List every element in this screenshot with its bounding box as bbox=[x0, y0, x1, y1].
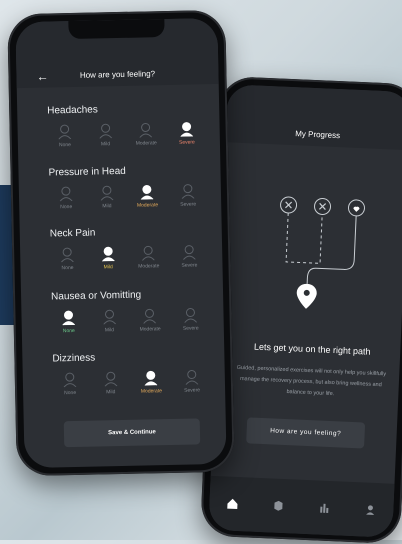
symptom-title: Dizziness bbox=[52, 352, 96, 365]
head-icon bbox=[180, 122, 194, 137]
severity-option-severe[interactable]: Severe bbox=[170, 243, 209, 269]
feeling-phone: ← How are you feeling? Headaches None Mild… bbox=[7, 9, 235, 477]
severity-label: Moderate bbox=[140, 388, 163, 395]
head-icon bbox=[62, 310, 76, 326]
severity-label: Severe bbox=[184, 387, 201, 394]
severity-option-mild[interactable]: Mild bbox=[90, 308, 129, 334]
location-pin-icon bbox=[296, 283, 317, 309]
symptom-title: Neck Pain bbox=[49, 227, 96, 240]
home-icon[interactable] bbox=[225, 497, 240, 512]
chart-icon[interactable] bbox=[317, 501, 332, 516]
severity-label: Mild bbox=[103, 264, 113, 271]
head-icon bbox=[185, 370, 199, 385]
severity-option-moderate[interactable]: Moderate bbox=[129, 244, 168, 270]
head-icon bbox=[59, 186, 73, 202]
head-icon bbox=[99, 123, 112, 139]
head-icon bbox=[58, 124, 72, 140]
severity-option-severe[interactable]: Severe bbox=[167, 120, 206, 146]
severity-option-moderate[interactable]: Moderate bbox=[132, 369, 171, 395]
severity-label: None bbox=[61, 265, 74, 272]
severity-label: Severe bbox=[178, 139, 195, 146]
severity-label: Severe bbox=[182, 325, 199, 332]
head-icon bbox=[104, 371, 118, 387]
severity-label: Moderate bbox=[135, 140, 157, 147]
profile-icon[interactable] bbox=[363, 503, 378, 518]
head-icon bbox=[61, 247, 74, 263]
severity-option-none[interactable]: None bbox=[45, 123, 84, 149]
head-icon bbox=[181, 184, 195, 199]
head-icon bbox=[143, 308, 157, 324]
severity-option-mild[interactable]: Mild bbox=[86, 122, 125, 148]
severity-label: Mild bbox=[100, 141, 111, 148]
head-icon bbox=[102, 309, 116, 325]
path-description: Guided, personalized exercises will not … bbox=[236, 364, 387, 398]
symptom-title: Pressure in Head bbox=[48, 165, 126, 179]
severity-label: Severe bbox=[181, 262, 198, 269]
severity-option-none[interactable]: None bbox=[47, 185, 86, 211]
progress-screen: My Progress Lets get you on the right pa… bbox=[208, 84, 402, 538]
feeling-screen: ← How are you feeling? Headaches None Mild… bbox=[15, 17, 227, 469]
severity-options: None Mild Moderate Severe bbox=[48, 243, 208, 271]
severity-option-mild[interactable]: Mild bbox=[89, 245, 128, 271]
severity-option-mild[interactable]: Mild bbox=[87, 184, 126, 210]
severity-option-none[interactable]: None bbox=[48, 246, 87, 272]
severity-label: Moderate bbox=[139, 326, 161, 333]
severity-option-mild[interactable]: Mild bbox=[91, 370, 130, 396]
phone-notch bbox=[68, 19, 165, 40]
severity-label: Moderate bbox=[136, 202, 159, 209]
severity-label: None bbox=[60, 204, 73, 211]
severity-options: None Mild Moderate Severe bbox=[47, 182, 207, 210]
head-icon bbox=[63, 372, 77, 388]
head-icon bbox=[184, 308, 198, 323]
severity-label: Moderate bbox=[138, 263, 160, 270]
head-icon bbox=[144, 370, 158, 386]
severity-option-severe[interactable]: Severe bbox=[169, 182, 208, 208]
severity-options: None Mild Moderate Severe bbox=[51, 368, 211, 396]
severity-option-none[interactable]: None bbox=[49, 309, 88, 335]
severity-label: Mild bbox=[104, 327, 115, 334]
severity-label: Severe bbox=[180, 201, 197, 208]
bottom-nav bbox=[208, 475, 395, 538]
head-icon bbox=[141, 184, 154, 200]
path-illustration bbox=[280, 196, 365, 309]
severity-label: None bbox=[62, 327, 75, 335]
severity-options: None Mild Moderate Severe bbox=[45, 120, 205, 148]
severity-option-severe[interactable]: Severe bbox=[171, 306, 210, 332]
severity-option-none[interactable]: None bbox=[51, 371, 90, 397]
severity-label: Mild bbox=[102, 203, 112, 210]
symptom-title: Nausea or Vomitting bbox=[50, 289, 142, 303]
severity-label: None bbox=[58, 142, 71, 149]
severity-label: Mild bbox=[106, 389, 116, 396]
head-icon bbox=[139, 122, 153, 138]
severity-options: None Mild Moderate Severe bbox=[49, 306, 209, 334]
severity-label: None bbox=[64, 389, 77, 397]
head-icon bbox=[100, 185, 114, 201]
heart-icon bbox=[353, 206, 360, 212]
symptom-title: Headaches bbox=[47, 104, 98, 117]
severity-option-moderate[interactable]: Moderate bbox=[127, 121, 166, 147]
box-icon[interactable] bbox=[271, 499, 286, 514]
head-icon bbox=[142, 245, 156, 261]
how-are-you-feeling-button[interactable]: How are you feeling? bbox=[246, 417, 366, 449]
severity-option-moderate[interactable]: Moderate bbox=[131, 307, 170, 333]
head-icon bbox=[182, 245, 196, 260]
save-continue-button[interactable]: Save & Continue bbox=[63, 418, 201, 448]
severity-option-severe[interactable]: Severe bbox=[173, 368, 212, 394]
head-icon bbox=[101, 246, 115, 262]
severity-option-moderate[interactable]: Moderate bbox=[128, 183, 167, 209]
